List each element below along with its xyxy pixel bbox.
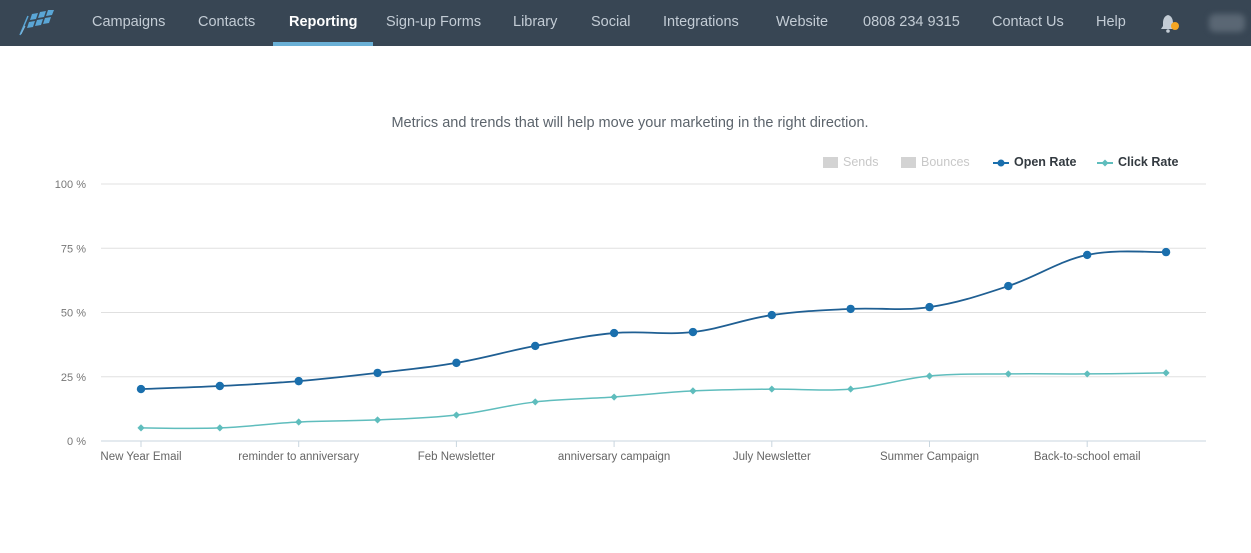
data-point[interactable]: [531, 341, 540, 351]
data-point[interactable]: [136, 384, 146, 394]
x-tick-label: reminder to anniversary: [238, 451, 359, 463]
x-tick-label: anniversary campaign: [558, 451, 671, 463]
data-point[interactable]: [373, 416, 382, 424]
data-point[interactable]: [846, 304, 855, 314]
x-tick-label: Back-to-school email: [1034, 451, 1141, 463]
x-tick-label: New Year Email: [100, 451, 181, 463]
data-point[interactable]: [531, 398, 539, 406]
y-tick-label: 100 %: [55, 179, 86, 191]
line-chart: 0 % 25 % 50 % 75 % 100 % New Year Email remin…: [55, 179, 1206, 463]
y-tick-label: 75 %: [61, 243, 86, 255]
series-line: [140, 250, 1167, 390]
data-point[interactable]: [373, 368, 382, 378]
data-point[interactable]: [137, 424, 145, 432]
data-point[interactable]: [609, 328, 619, 338]
data-point[interactable]: [1004, 281, 1013, 291]
x-tick-label: Summer Campaign: [880, 451, 979, 463]
data-point[interactable]: [452, 358, 461, 368]
series-click-rate: [137, 369, 1170, 432]
data-point[interactable]: [1083, 250, 1092, 260]
y-tick-label: 50 %: [61, 308, 86, 320]
data-point[interactable]: [689, 387, 697, 395]
x-tick-label: Feb Newsletter: [418, 451, 496, 463]
data-point[interactable]: [767, 310, 776, 320]
series-open-rate: [136, 247, 1171, 394]
data-point[interactable]: [768, 385, 776, 393]
data-point[interactable]: [216, 424, 224, 432]
y-tick-label: 0 %: [67, 436, 86, 448]
data-point[interactable]: [610, 393, 618, 401]
data-point[interactable]: [1161, 247, 1171, 257]
data-point[interactable]: [215, 381, 225, 391]
y-tick-label: 25 %: [61, 372, 86, 384]
data-point[interactable]: [294, 376, 303, 386]
data-point[interactable]: [925, 302, 934, 312]
x-tick-label: July Newsletter: [733, 451, 811, 463]
data-point[interactable]: [295, 418, 303, 426]
data-point[interactable]: [847, 385, 855, 393]
data-point[interactable]: [925, 372, 934, 380]
data-point[interactable]: [452, 411, 460, 419]
data-point[interactable]: [688, 327, 698, 337]
data-point[interactable]: [1162, 369, 1170, 377]
